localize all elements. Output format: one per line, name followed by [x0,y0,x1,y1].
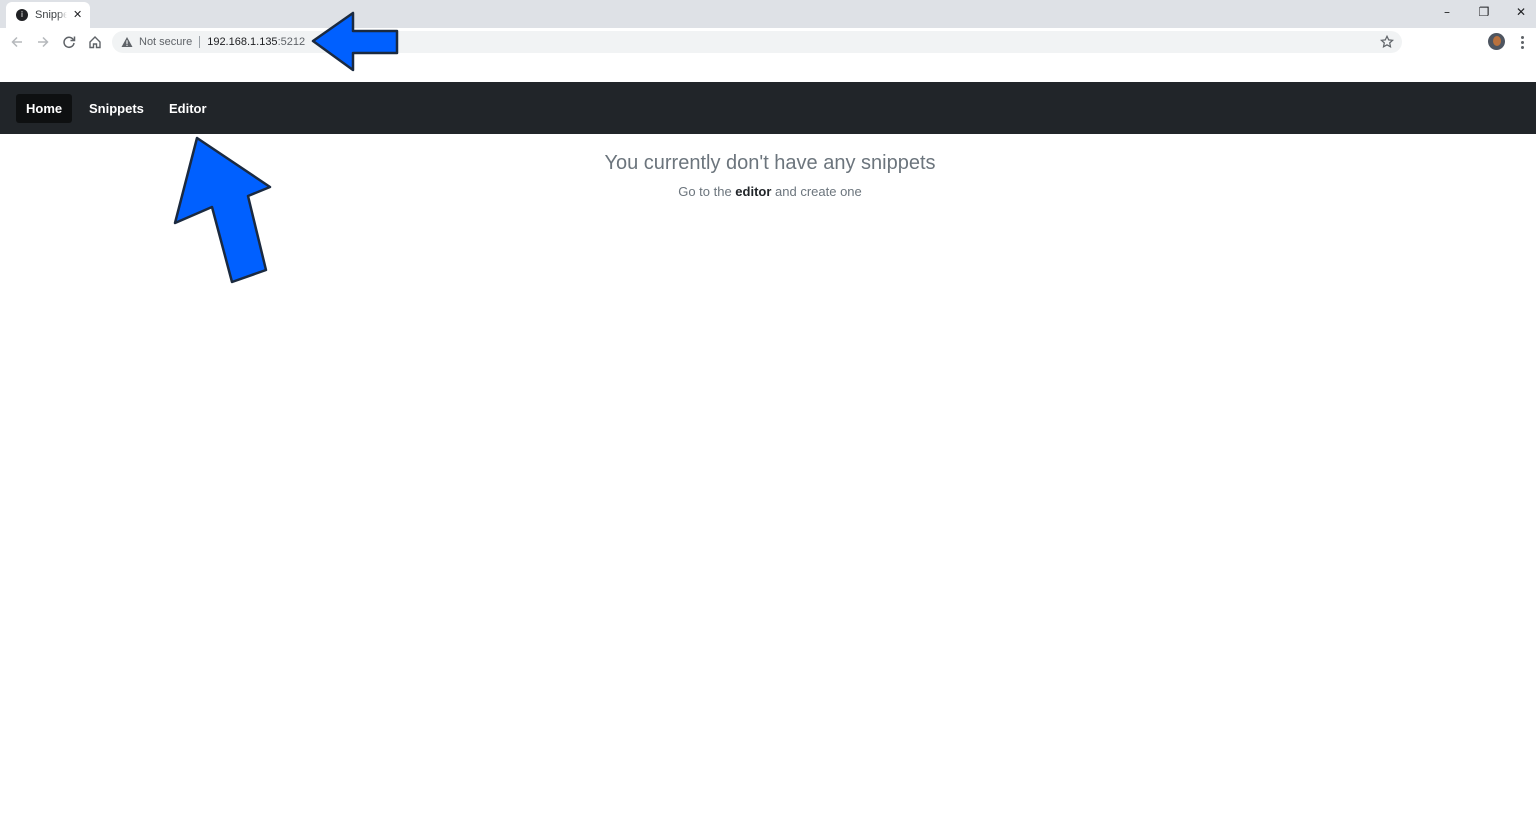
window-close-button[interactable]: ✕ [1503,0,1536,24]
window-restore-button[interactable]: ❐ [1466,0,1502,24]
address-bar[interactable]: Not secure 192.168.1.135:5212 [112,31,1402,53]
empty-state-subtitle: Go to the editor and create one [0,184,1536,199]
star-icon[interactable] [1379,34,1395,49]
empty-state-suffix: and create one [771,184,862,199]
kebab-menu-icon[interactable] [1515,33,1529,51]
empty-state-prefix: Go to the [678,184,736,199]
nav-item-snippets[interactable]: Snippets [79,94,154,123]
profile-avatar[interactable] [1488,33,1505,50]
browser-tab-strip: i Snippets ✕ – ❐ ✕ [0,0,1536,28]
browser-toolbar: Not secure 192.168.1.135:5212 [0,28,1536,56]
tab-favicon-icon: i [16,9,28,21]
url-host[interactable]: 192.168.1.135 [207,36,277,48]
home-icon[interactable] [85,32,105,52]
forward-arrow-icon[interactable] [33,32,53,52]
address-separator [199,36,201,48]
empty-state-title: You currently don't have any snippets [604,152,936,174]
reload-icon[interactable] [59,32,79,52]
editor-link[interactable]: editor [735,184,771,199]
app-navbar: Home Snippets Editor [0,82,1536,134]
security-status-label[interactable]: Not secure [139,36,192,48]
window-minimize-button[interactable]: – [1429,0,1465,24]
warning-icon[interactable] [121,36,133,48]
tab-close-icon[interactable]: ✕ [73,9,82,21]
nav-item-editor[interactable]: Editor [159,94,217,123]
tab-title: Snippets [35,9,67,21]
back-arrow-icon[interactable] [7,32,27,52]
nav-item-home[interactable]: Home [16,94,73,123]
browser-tab[interactable]: i Snippets ✕ [6,2,90,28]
url-port[interactable]: :5212 [278,36,306,48]
profile-avatar-face [1493,36,1501,46]
